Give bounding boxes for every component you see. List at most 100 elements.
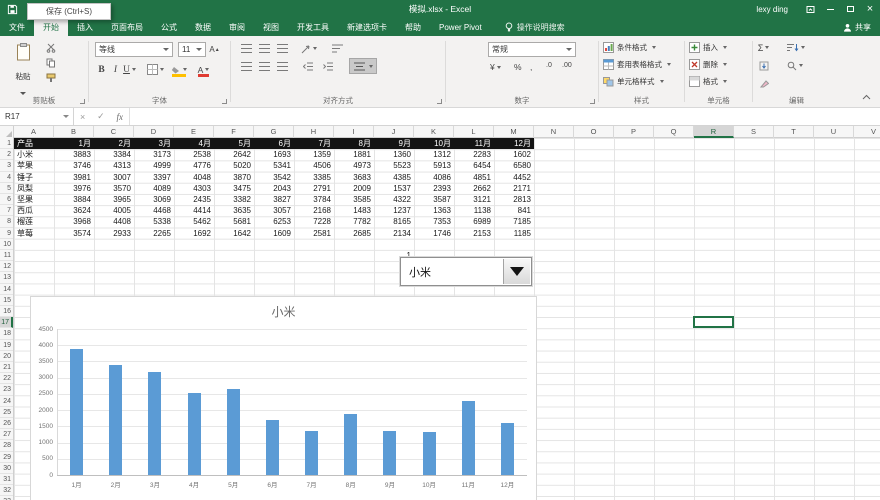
- data-cell[interactable]: 1138: [454, 205, 494, 216]
- row-header-7[interactable]: 7: [0, 205, 13, 217]
- row-header-30[interactable]: 30: [0, 463, 13, 474]
- conditional-formatting-button[interactable]: 条件格式: [603, 40, 656, 55]
- row-header-15[interactable]: 15: [0, 295, 13, 306]
- data-cell[interactable]: 1360: [374, 149, 414, 160]
- row-header-14[interactable]: 14: [0, 284, 13, 295]
- data-cell[interactable]: 1237: [374, 205, 414, 216]
- data-cell[interactable]: 2813: [494, 194, 534, 205]
- product-name-cell[interactable]: 西瓜: [14, 205, 54, 216]
- wrap-text-button[interactable]: [331, 41, 344, 56]
- data-cell[interactable]: 1602: [494, 149, 534, 160]
- data-cell[interactable]: 3968: [54, 216, 94, 227]
- data-cell[interactable]: 4506: [294, 160, 334, 171]
- insert-cells-button[interactable]: 插入: [689, 40, 727, 55]
- row-header-31[interactable]: 31: [0, 474, 13, 486]
- data-cell[interactable]: 2538: [174, 149, 214, 160]
- cut-icon[interactable]: [46, 43, 58, 53]
- data-cell[interactable]: 4408: [94, 216, 134, 227]
- data-cell[interactable]: 1185: [494, 228, 534, 239]
- column-header-P[interactable]: P: [614, 126, 654, 138]
- table-header-cell[interactable]: 产品: [14, 138, 54, 150]
- tab-data[interactable]: 数据: [186, 18, 220, 36]
- data-cell[interactable]: 3173: [134, 149, 174, 160]
- row-header-23[interactable]: 23: [0, 384, 13, 396]
- product-name-cell[interactable]: 坚果: [14, 194, 54, 205]
- tab-review[interactable]: 审阅: [220, 18, 254, 36]
- data-cell[interactable]: 1359: [294, 149, 334, 160]
- data-cell[interactable]: 4973: [334, 160, 374, 171]
- row-header-2[interactable]: 2: [0, 149, 13, 161]
- formula-input[interactable]: [130, 108, 880, 125]
- number-format-select[interactable]: 常规: [488, 42, 576, 57]
- delete-cells-button[interactable]: 删除: [689, 57, 727, 72]
- tell-me-search[interactable]: 操作说明搜索: [505, 18, 565, 36]
- data-cell[interactable]: 4776: [174, 160, 214, 171]
- data-cell[interactable]: 8165: [374, 216, 414, 227]
- column-header-N[interactable]: N: [534, 126, 574, 138]
- fill-color-button[interactable]: [171, 62, 187, 77]
- data-cell[interactable]: 3475: [214, 183, 254, 194]
- data-cell[interactable]: 3635: [214, 205, 254, 216]
- autosum-button[interactable]: Σ: [757, 40, 770, 55]
- cell-styles-button[interactable]: 单元格样式: [603, 74, 664, 89]
- data-cell[interactable]: 5020: [214, 160, 254, 171]
- data-cell[interactable]: 3007: [94, 172, 134, 183]
- data-cell[interactable]: 2168: [294, 205, 334, 216]
- row-header-13[interactable]: 13: [0, 272, 13, 284]
- data-cell[interactable]: 3585: [334, 194, 374, 205]
- font-size-select[interactable]: 11: [178, 42, 206, 57]
- data-cell[interactable]: 2581: [294, 228, 334, 239]
- column-header-O[interactable]: O: [574, 126, 614, 138]
- copy-icon[interactable]: [46, 58, 58, 68]
- data-cell[interactable]: 5338: [134, 216, 174, 227]
- row-header-9[interactable]: 9: [0, 228, 13, 239]
- decrease-indent-button[interactable]: [301, 59, 314, 74]
- data-cell[interactable]: 1483: [334, 205, 374, 216]
- row-header-20[interactable]: 20: [0, 351, 13, 362]
- data-cell[interactable]: 2153: [454, 228, 494, 239]
- row-header-21[interactable]: 21: [0, 362, 13, 374]
- data-cell[interactable]: 3121: [454, 194, 494, 205]
- column-header-S[interactable]: S: [734, 126, 774, 138]
- bar-chart[interactable]: 小米 4500 4000 3500 3000 2500 2000 1500 1000 500 0 1…: [30, 296, 537, 500]
- data-cell[interactable]: 3574: [54, 228, 94, 239]
- table-header-cell[interactable]: 6月: [254, 138, 294, 150]
- data-cell[interactable]: 4048: [174, 172, 214, 183]
- data-cell[interactable]: 2043: [254, 183, 294, 194]
- data-cell[interactable]: 3884: [54, 194, 94, 205]
- row-header-32[interactable]: 32: [0, 485, 13, 497]
- tab-page-layout[interactable]: 页面布局: [102, 18, 152, 36]
- table-header-cell[interactable]: 4月: [174, 138, 214, 150]
- data-cell[interactable]: 3384: [94, 149, 134, 160]
- tab-home[interactable]: 开始: [34, 18, 68, 36]
- product-combo[interactable]: 小米: [400, 257, 532, 286]
- column-header-R[interactable]: R: [694, 126, 734, 138]
- table-header-cell[interactable]: 8月: [334, 138, 374, 150]
- data-cell[interactable]: 3683: [334, 172, 374, 183]
- data-cell[interactable]: 5462: [174, 216, 214, 227]
- column-header-C[interactable]: C: [94, 126, 134, 138]
- column-header-M[interactable]: M: [494, 126, 534, 138]
- row-header-3[interactable]: 3: [0, 160, 13, 172]
- data-cell[interactable]: 1609: [254, 228, 294, 239]
- data-cell[interactable]: 7782: [334, 216, 374, 227]
- product-name-cell[interactable]: 草莓: [14, 228, 54, 239]
- data-cell[interactable]: 3981: [54, 172, 94, 183]
- row-header-10[interactable]: 10: [0, 239, 13, 250]
- row-header-6[interactable]: 6: [0, 194, 13, 206]
- align-top-icon[interactable]: [241, 44, 252, 53]
- column-header-E[interactable]: E: [174, 126, 214, 138]
- data-cell[interactable]: 2265: [134, 228, 174, 239]
- format-cells-button[interactable]: 格式: [689, 74, 727, 89]
- product-name-cell[interactable]: 小米: [14, 149, 54, 160]
- data-cell[interactable]: 3397: [134, 172, 174, 183]
- column-header-L[interactable]: L: [454, 126, 494, 138]
- data-cell[interactable]: 4999: [134, 160, 174, 171]
- data-cell[interactable]: 3883: [54, 149, 94, 160]
- row-header-1[interactable]: 1: [0, 138, 13, 150]
- row-header-33[interactable]: 33: [0, 496, 13, 500]
- data-cell[interactable]: 2283: [454, 149, 494, 160]
- comma-style-button[interactable]: ,: [530, 62, 532, 72]
- maximize-button[interactable]: [840, 0, 860, 18]
- row-header-25[interactable]: 25: [0, 407, 13, 418]
